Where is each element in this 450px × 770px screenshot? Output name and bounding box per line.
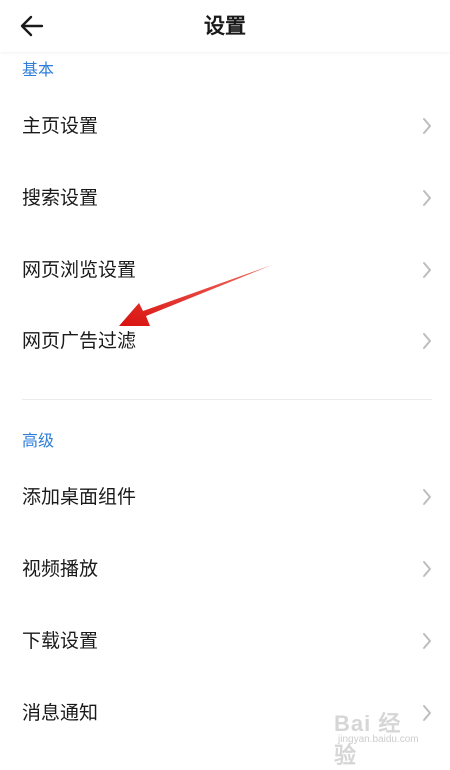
settings-item-label: 搜索设置 xyxy=(22,187,99,209)
settings-item-label: 视频播放 xyxy=(22,558,99,580)
settings-item-label: 主页设置 xyxy=(22,115,99,137)
settings-item-label: 消息通知 xyxy=(22,702,99,724)
section-title-basic: 基本 xyxy=(22,60,55,79)
chevron-right-icon xyxy=(423,333,431,349)
settings-item-label: 下载设置 xyxy=(22,630,99,652)
chevron-right-icon xyxy=(423,633,431,649)
settings-item-label: 网页广告过滤 xyxy=(22,330,137,352)
settings-item-ad-filter[interactable]: 网页广告过滤 xyxy=(0,313,450,369)
settings-item-homepage[interactable]: 主页设置 xyxy=(0,98,450,154)
settings-item-search[interactable]: 搜索设置 xyxy=(0,170,450,226)
app-header: 设置 xyxy=(0,0,450,52)
settings-item-desktop-widget[interactable]: 添加桌面组件 xyxy=(0,469,450,525)
watermark-subtext: jingyan.baidu.com xyxy=(338,734,419,745)
settings-item-video-playback[interactable]: 视频播放 xyxy=(0,541,450,597)
settings-item-download[interactable]: 下载设置 xyxy=(0,613,450,669)
chevron-right-icon xyxy=(423,190,431,206)
section-divider xyxy=(22,399,432,400)
page-title: 设置 xyxy=(204,14,246,38)
chevron-right-icon xyxy=(423,561,431,577)
settings-item-browsing[interactable]: 网页浏览设置 xyxy=(0,242,450,298)
settings-item-label: 网页浏览设置 xyxy=(22,259,137,281)
section-title-advanced: 高级 xyxy=(22,431,55,450)
settings-item-label: 添加桌面组件 xyxy=(22,486,137,508)
watermark-logo: Bai 经验 jingyan.baidu.com xyxy=(324,706,424,768)
chevron-right-icon xyxy=(423,489,431,505)
chevron-right-icon xyxy=(423,118,431,134)
chevron-right-icon xyxy=(423,262,431,278)
